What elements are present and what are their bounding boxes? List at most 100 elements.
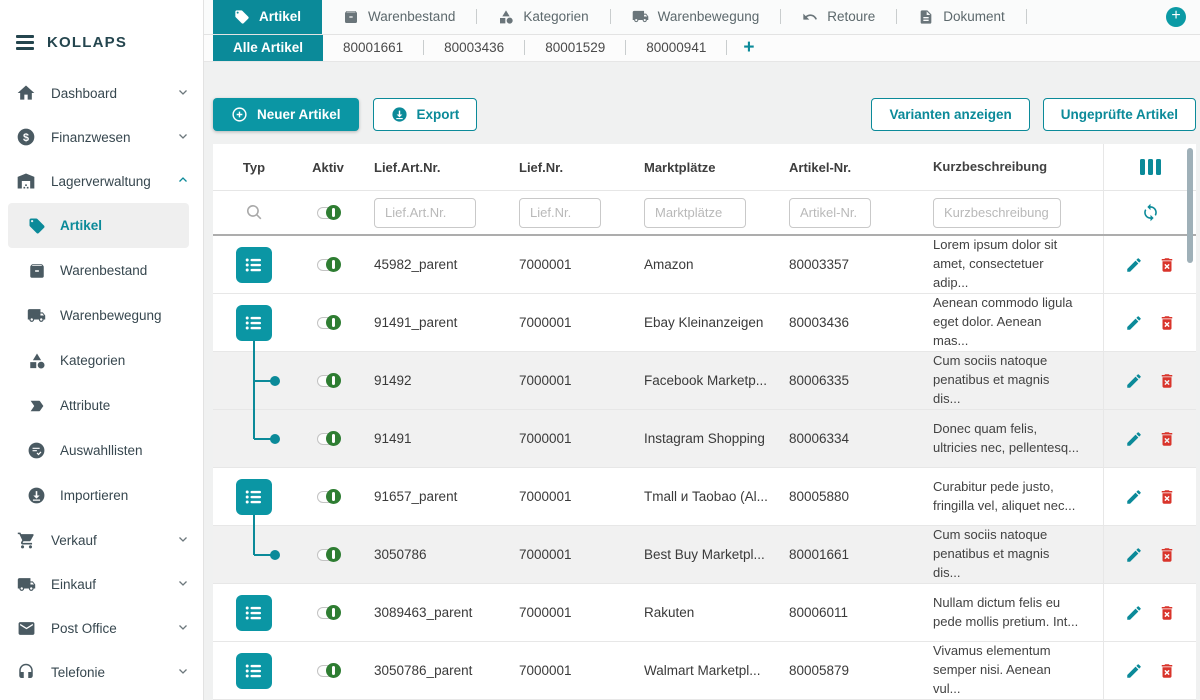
- row-actions: [1103, 352, 1196, 409]
- lief-nr-value: 7000001: [506, 373, 631, 388]
- filter-artikel-nr-input[interactable]: [789, 198, 871, 228]
- tab-article-80001661[interactable]: 80001661: [323, 35, 423, 61]
- active-toggle[interactable]: [317, 433, 340, 445]
- sidebar-item-importieren[interactable]: Importieren: [0, 473, 203, 518]
- sidebar-item-warenbewegung[interactable]: Warenbewegung: [0, 293, 203, 338]
- column-header-lief-art-nr[interactable]: Lief.Art.Nr.: [361, 160, 506, 175]
- truck-icon: [16, 574, 36, 594]
- table-row: 3050786 7000001 Best Buy Marketpl... 800…: [213, 526, 1196, 584]
- column-header-typ[interactable]: Typ: [213, 160, 295, 175]
- edit-icon[interactable]: [1125, 604, 1143, 622]
- column-header-aktiv[interactable]: Aktiv: [295, 160, 361, 175]
- edit-icon[interactable]: [1125, 546, 1143, 564]
- tab-warenbewegung[interactable]: Warenbewegung: [611, 0, 781, 34]
- artikel-nr-value: 80006011: [776, 605, 901, 620]
- active-toggle[interactable]: [317, 607, 340, 619]
- download-circle-icon: [27, 486, 46, 505]
- vertical-scrollbar[interactable]: [1187, 148, 1193, 263]
- sidebar-item-verkauf[interactable]: Verkauf: [0, 518, 203, 562]
- main-area: Artikel Warenbestand Kategorien Warenbew…: [204, 0, 1200, 700]
- chevron-down-icon: [177, 577, 189, 592]
- lief-nr-value: 7000001: [506, 663, 631, 678]
- svg-text:$: $: [23, 132, 29, 144]
- tag-icon: [234, 9, 250, 25]
- delete-icon[interactable]: [1158, 314, 1176, 332]
- filter-marktplaetze-input[interactable]: [644, 198, 746, 228]
- tab-alle-artikel[interactable]: Alle Artikel: [213, 35, 323, 61]
- tree-node-dot: [270, 550, 280, 560]
- sidebar-item-dashboard[interactable]: Dashboard: [0, 71, 203, 115]
- delete-icon[interactable]: [1158, 488, 1176, 506]
- delete-icon[interactable]: [1158, 604, 1176, 622]
- filter-lief-nr-input[interactable]: [519, 198, 601, 228]
- delete-icon[interactable]: [1158, 430, 1176, 448]
- chevron-down-icon: [177, 665, 189, 680]
- edit-icon[interactable]: [1125, 662, 1143, 680]
- sidebar-item-artikel[interactable]: Artikel: [8, 203, 189, 248]
- column-header-kurzbeschreibung[interactable]: Kurzbeschreibung: [901, 158, 1103, 177]
- hamburger-menu-icon[interactable]: [16, 35, 34, 49]
- list-badge-icon[interactable]: [236, 595, 272, 631]
- export-button[interactable]: Export: [373, 98, 478, 131]
- filter-kurzbeschreibung-input[interactable]: [933, 198, 1061, 228]
- marktplatz-value: Instagram Shopping: [631, 431, 776, 446]
- sidebar-item-einkauf[interactable]: Einkauf: [0, 562, 203, 606]
- edit-icon[interactable]: [1125, 256, 1143, 274]
- list-badge-icon[interactable]: [236, 247, 272, 283]
- marktplatz-value: Rakuten: [631, 605, 776, 620]
- column-header-lief-nr[interactable]: Lief.Nr.: [506, 160, 631, 175]
- edit-icon[interactable]: [1125, 314, 1143, 332]
- active-toggle[interactable]: [317, 317, 340, 329]
- active-filter-toggle[interactable]: [317, 207, 340, 219]
- document-icon: [918, 9, 934, 25]
- kurzbeschreibung-value: Nullam dictum felis eu pede mollis preti…: [901, 594, 1103, 632]
- tab-warenbestand[interactable]: Warenbestand: [322, 0, 476, 34]
- edit-icon[interactable]: [1125, 430, 1143, 448]
- refresh-icon[interactable]: [1141, 203, 1160, 222]
- list-badge-icon[interactable]: [236, 653, 272, 689]
- tab-dokument[interactable]: Dokument: [897, 0, 1026, 34]
- edit-icon[interactable]: [1125, 372, 1143, 390]
- sidebar-item-telefonie[interactable]: Telefonie: [0, 650, 203, 694]
- sidebar-item-lagerverwaltung[interactable]: Lagerverwaltung: [0, 159, 203, 203]
- unverified-articles-button[interactable]: Ungeprüfte Artikel: [1043, 98, 1196, 131]
- delete-icon[interactable]: [1158, 662, 1176, 680]
- add-tab-button[interactable]: +: [1166, 7, 1186, 27]
- kurzbeschreibung-value: Vivamus elementum semper nisi. Aenean vu…: [901, 642, 1103, 699]
- sidebar-item-warenbestand[interactable]: Warenbestand: [0, 248, 203, 293]
- tab-artikel[interactable]: Artikel: [213, 0, 322, 34]
- list-badge-icon[interactable]: [236, 479, 272, 515]
- active-toggle[interactable]: [317, 375, 340, 387]
- active-toggle[interactable]: [317, 549, 340, 561]
- filter-lief-art-nr-input[interactable]: [374, 198, 476, 228]
- delete-icon[interactable]: [1158, 546, 1176, 564]
- sidebar-item-finanzwesen[interactable]: $ Finanzwesen: [0, 115, 203, 159]
- active-toggle[interactable]: [317, 665, 340, 677]
- delete-icon[interactable]: [1158, 372, 1176, 390]
- lief-nr-value: 7000001: [506, 257, 631, 272]
- add-article-tab-button[interactable]: +: [727, 37, 770, 59]
- list-badge-icon[interactable]: [236, 305, 272, 341]
- column-header-marktplaetze[interactable]: Marktplätze: [631, 160, 776, 175]
- tab-article-80001529[interactable]: 80001529: [525, 35, 625, 61]
- new-article-button[interactable]: Neuer Artikel: [213, 98, 359, 131]
- active-toggle[interactable]: [317, 491, 340, 503]
- module-tab-bar: Artikel Warenbestand Kategorien Warenbew…: [204, 0, 1200, 35]
- kurzbeschreibung-value: Lorem ipsum dolor sit amet, consectetuer…: [901, 236, 1103, 293]
- delete-icon[interactable]: [1158, 256, 1176, 274]
- edit-icon[interactable]: [1125, 488, 1143, 506]
- sidebar-item-auswahllisten[interactable]: Auswahllisten: [0, 428, 203, 473]
- chevron-down-icon: [177, 130, 189, 145]
- sidebar-item-post-office[interactable]: Post Office: [0, 606, 203, 650]
- active-toggle[interactable]: [317, 259, 340, 271]
- column-header-artikel-nr[interactable]: Artikel-Nr.: [776, 160, 901, 175]
- sidebar-item-kategorien[interactable]: Kategorien: [0, 338, 203, 383]
- show-variants-button[interactable]: Varianten anzeigen: [871, 98, 1029, 131]
- sidebar-item-attribute[interactable]: Attribute: [0, 383, 203, 428]
- chevron-down-icon: [177, 533, 189, 548]
- columns-icon[interactable]: [1140, 159, 1161, 175]
- tab-kategorien[interactable]: Kategorien: [477, 0, 609, 34]
- tab-retoure[interactable]: Retoure: [781, 0, 896, 34]
- tab-article-80000941[interactable]: 80000941: [626, 35, 726, 61]
- tab-article-80003436[interactable]: 80003436: [424, 35, 524, 61]
